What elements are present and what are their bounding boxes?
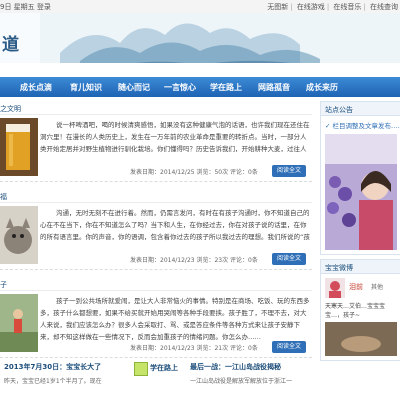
- top-link-games[interactable]: 在线游戏: [297, 3, 325, 11]
- date-login-text[interactable]: 9日 星期五 登录: [0, 2, 51, 12]
- nav-item-journal[interactable]: 随心而记: [118, 82, 150, 93]
- weibo-post-text: 天寒天…艾伯…宝宝宝宝…，孩子~: [325, 303, 386, 319]
- bottom-teasers: 2013年7月30日：宝宝长大了 昨天，宝宝已经1岁1个半月了。现在 学在路上 …: [0, 358, 312, 400]
- post-item: 福 沟通，无时无刻不在进行着。然而，仍需言发问，有时在有孩子沟通时，你不知道自己…: [0, 189, 312, 270]
- site-logo[interactable]: 道: [2, 30, 19, 55]
- post-excerpt: 沟通，无时无刻不在进行着。然而，仍需言发问，有时在有孩子沟通时，你不知道自己的心…: [40, 209, 310, 241]
- post-meta: 发表日期：2014/12/23 浏览：21次 评论：0条: [130, 345, 258, 352]
- read-more-button[interactable]: 阅读全文: [272, 165, 306, 177]
- post-title[interactable]: 福: [0, 192, 7, 202]
- teaser-item: 2013年7月30日：宝宝长大了 昨天，宝宝已经1岁1个半月了。现在: [0, 358, 124, 400]
- post-excerpt: 孩子一到公共场所就爱闹，是让大人非常恼火的事情。特别是在商场、吃饭、玩的东西多多…: [40, 297, 310, 341]
- weibo-photo[interactable]: [325, 322, 397, 356]
- read-more-button[interactable]: 阅读全文: [272, 253, 306, 265]
- teaser-excerpt: 一江山岛战役是解放军解放位于浙江一: [190, 378, 293, 385]
- post-header: 子: [0, 277, 312, 291]
- nav-item-origin[interactable]: 成长来历: [306, 82, 338, 93]
- girl-lavender-photo[interactable]: [325, 134, 397, 250]
- top-link-music[interactable]: 在线音乐: [333, 3, 361, 11]
- post-header: 之文明: [0, 101, 312, 115]
- site-banner: 道: [0, 13, 400, 63]
- read-more-button[interactable]: 阅读全文: [272, 341, 306, 353]
- post-excerpt: 说一杯啤酒吧，喝的时候清爽感悟，如果没有这种健康气泡的话语，也许我们现在还住在洞…: [40, 121, 310, 153]
- weibo-title: 宝宝微博: [325, 264, 353, 272]
- top-link-no-image[interactable]: 无图新: [267, 3, 288, 11]
- notice-header: 站点公告: [321, 102, 400, 116]
- notice-title: 站点公告: [325, 106, 353, 114]
- post-meta: 发表日期：2014/12/23 浏览：23次 评论：0条: [130, 257, 258, 264]
- nav-item-quotes[interactable]: 一言惊心: [164, 82, 196, 93]
- weibo-box: 宝宝微博 泪前 其他 天寒天…艾伯…宝宝宝宝…，孩子~: [320, 259, 400, 361]
- top-bar: 9日 星期五 登录 无图新 | 在线游戏 | 在线音乐 | 在线查询: [0, 0, 400, 14]
- nav-item-learning[interactable]: 学在路上: [210, 82, 242, 93]
- teaser-title[interactable]: 2013年7月30日：宝宝长大了: [4, 362, 101, 372]
- post-item: 子 孩子一到公共场所就爱闹，是让大人非常恼火的事情。特别是在商场、吃饭、玩的东西…: [0, 277, 312, 358]
- main-nav: 成长点滴 育儿知识 随心而记 一言惊心 学在路上 网路孤音 成长来历: [0, 77, 400, 97]
- nav-item-growth[interactable]: 成长点滴: [20, 82, 52, 93]
- notice-link[interactable]: ✓ 栏目调整及文章发布……: [325, 120, 400, 130]
- post-header: 福: [0, 189, 312, 203]
- nav-item-parenting[interactable]: 育儿知识: [70, 82, 102, 93]
- top-links: 无图新 | 在线游戏 | 在线音乐 | 在线查询: [267, 3, 398, 11]
- leaf-icon: [134, 362, 148, 376]
- weibo-user-name[interactable]: 泪前: [349, 282, 363, 292]
- teaser-excerpt: 昨天，宝宝已经1岁1个半月了。现在: [4, 378, 102, 385]
- teaser-item: 学在路上: [130, 358, 180, 400]
- child-playing-image[interactable]: [0, 294, 38, 352]
- post-item: 之文明 说一杯啤酒吧，喝的时候清爽感悟，如果没有这种健康气泡的话语，也许我们现在…: [0, 101, 312, 182]
- post-title[interactable]: 之文明: [0, 104, 21, 114]
- teaser-title[interactable]: 最后一战：一江山岛战役揭秘: [190, 362, 281, 372]
- beer-glass-image[interactable]: [0, 118, 38, 176]
- top-link-query[interactable]: 在线查询: [370, 3, 398, 11]
- weibo-user-tag: 其他: [371, 284, 384, 291]
- kitten-image[interactable]: [0, 206, 38, 264]
- nav-item-web[interactable]: 网路孤音: [258, 82, 290, 93]
- post-title[interactable]: 子: [0, 280, 7, 290]
- notice-box: 站点公告 ✓ 栏目调整及文章发布……: [320, 101, 400, 255]
- teaser-item: 最后一战：一江山岛战役揭秘 一江山岛战役是解放军解放位于浙江一: [186, 358, 312, 400]
- mountain-landscape-image: [0, 13, 400, 63]
- weibo-avatar[interactable]: [325, 278, 345, 298]
- post-meta: 发表日期：2014/12/25 浏览：50次 评论：0条: [130, 169, 258, 176]
- teaser-title[interactable]: 学在路上: [150, 363, 178, 373]
- weibo-header: 宝宝微博: [321, 260, 400, 274]
